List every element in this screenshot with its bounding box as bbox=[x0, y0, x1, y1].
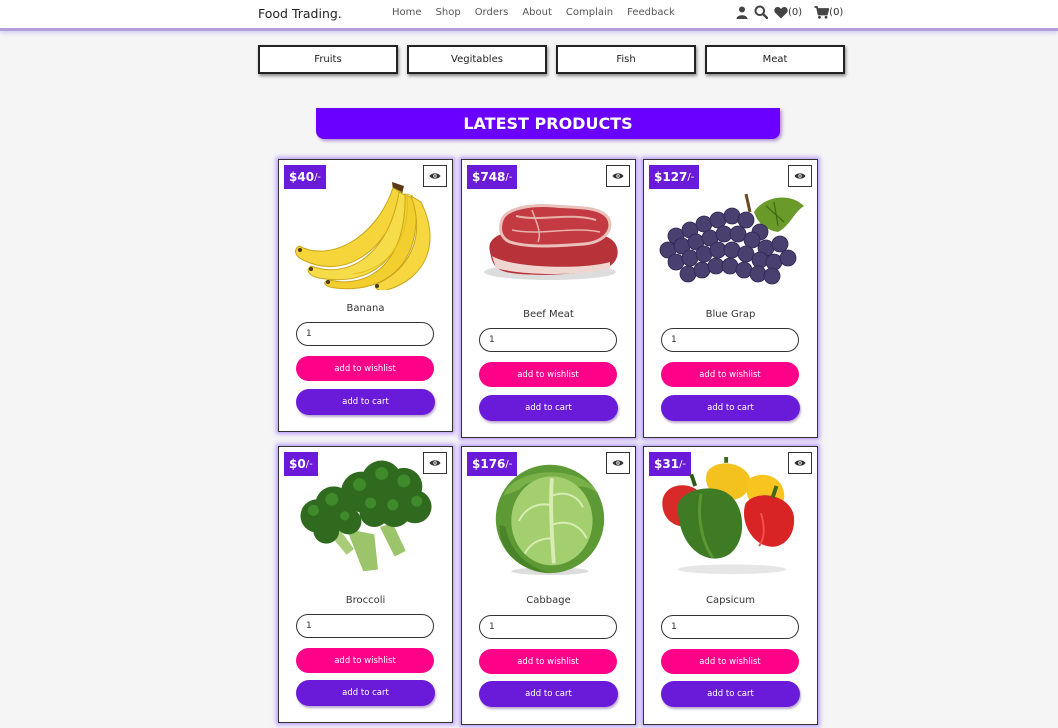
category-fruits-button[interactable]: Fruits bbox=[258, 45, 398, 74]
category-bar: Fruits Vegitables Fish Meat bbox=[258, 45, 845, 74]
add-to-cart-button[interactable]: add to cart bbox=[661, 681, 800, 707]
product-card: $748/- Beef Meat add to wishlist add to … bbox=[461, 159, 636, 438]
quantity-input[interactable] bbox=[296, 322, 434, 346]
quantity-input[interactable] bbox=[479, 615, 617, 639]
main-nav: Home Shop Orders About Complain Feedback bbox=[392, 7, 689, 18]
category-meat-button[interactable]: Meat bbox=[705, 45, 845, 74]
nav-about[interactable]: About bbox=[522, 7, 552, 18]
header-icons: (0) (0) bbox=[736, 5, 843, 19]
add-to-cart-button[interactable]: add to cart bbox=[296, 680, 435, 706]
add-to-wishlist-button[interactable]: add to wishlist bbox=[479, 649, 617, 674]
add-to-wishlist-button[interactable]: add to wishlist bbox=[296, 356, 434, 381]
product-name: Broccoli bbox=[345, 595, 386, 606]
quantity-input[interactable] bbox=[296, 614, 434, 638]
add-to-cart-button[interactable]: add to cart bbox=[296, 389, 435, 415]
cabbage-image bbox=[495, 464, 605, 576]
nav-orders[interactable]: Orders bbox=[475, 7, 509, 18]
heart-icon bbox=[774, 6, 788, 18]
quantity-input[interactable] bbox=[661, 615, 799, 639]
nav-feedback[interactable]: Feedback bbox=[627, 7, 675, 18]
eye-icon bbox=[794, 173, 806, 179]
cart-count: (0) bbox=[829, 6, 844, 18]
top-header: Food Trading. Home Shop Orders About Com… bbox=[0, 0, 1058, 31]
site-logo[interactable]: Food Trading. bbox=[258, 6, 342, 21]
nav-complain[interactable]: Complain bbox=[566, 7, 613, 18]
beef-image bbox=[484, 204, 618, 280]
add-to-cart-button[interactable]: add to cart bbox=[479, 395, 618, 421]
broccoli-image bbox=[300, 460, 432, 572]
nav-home[interactable]: Home bbox=[392, 7, 422, 18]
product-card: $40/- Banana add to wishlist add to cart bbox=[278, 159, 453, 432]
category-vegitables-button[interactable]: Vegitables bbox=[407, 45, 547, 74]
grapes-image bbox=[659, 193, 804, 285]
product-card: $0/- Broccoli add to wishlist add to car… bbox=[278, 446, 453, 723]
add-to-wishlist-button[interactable]: add to wishlist bbox=[661, 649, 799, 674]
section-title: LATEST PRODUCTS bbox=[316, 108, 780, 139]
add-to-wishlist-button[interactable]: add to wishlist bbox=[479, 362, 617, 387]
add-to-wishlist-button[interactable]: add to wishlist bbox=[296, 648, 434, 673]
product-name: Banana bbox=[346, 303, 385, 314]
search-icon[interactable] bbox=[754, 5, 768, 19]
product-name: Beef Meat bbox=[523, 309, 574, 320]
product-name: Capsicum bbox=[705, 595, 756, 606]
add-to-wishlist-button[interactable]: add to wishlist bbox=[661, 362, 799, 387]
add-to-cart-button[interactable]: add to cart bbox=[479, 681, 618, 707]
product-name: Blue Grap bbox=[705, 309, 756, 320]
wishlist-count: (0) bbox=[788, 6, 803, 18]
product-card: $176/- Cabbage add to wishlist add to ca… bbox=[461, 446, 636, 725]
product-card: $127/- Blue Grap add to wishlist add to … bbox=[643, 159, 818, 438]
product-card: $31/- Capsicum add to wishlist add to ca… bbox=[643, 446, 818, 725]
product-name: Cabbage bbox=[526, 595, 571, 606]
add-to-cart-button[interactable]: add to cart bbox=[661, 395, 800, 421]
wishlist-link[interactable]: (0) bbox=[774, 6, 802, 19]
cart-icon bbox=[814, 5, 830, 19]
eye-icon bbox=[612, 173, 624, 179]
category-fish-button[interactable]: Fish bbox=[556, 45, 696, 74]
quantity-input[interactable] bbox=[479, 328, 617, 352]
capsicum-image bbox=[662, 457, 795, 575]
cart-link[interactable]: (0) bbox=[814, 5, 844, 19]
quantity-input[interactable] bbox=[661, 328, 799, 352]
nav-shop[interactable]: Shop bbox=[436, 7, 461, 18]
banana-image bbox=[295, 182, 431, 290]
user-icon[interactable] bbox=[736, 6, 748, 19]
